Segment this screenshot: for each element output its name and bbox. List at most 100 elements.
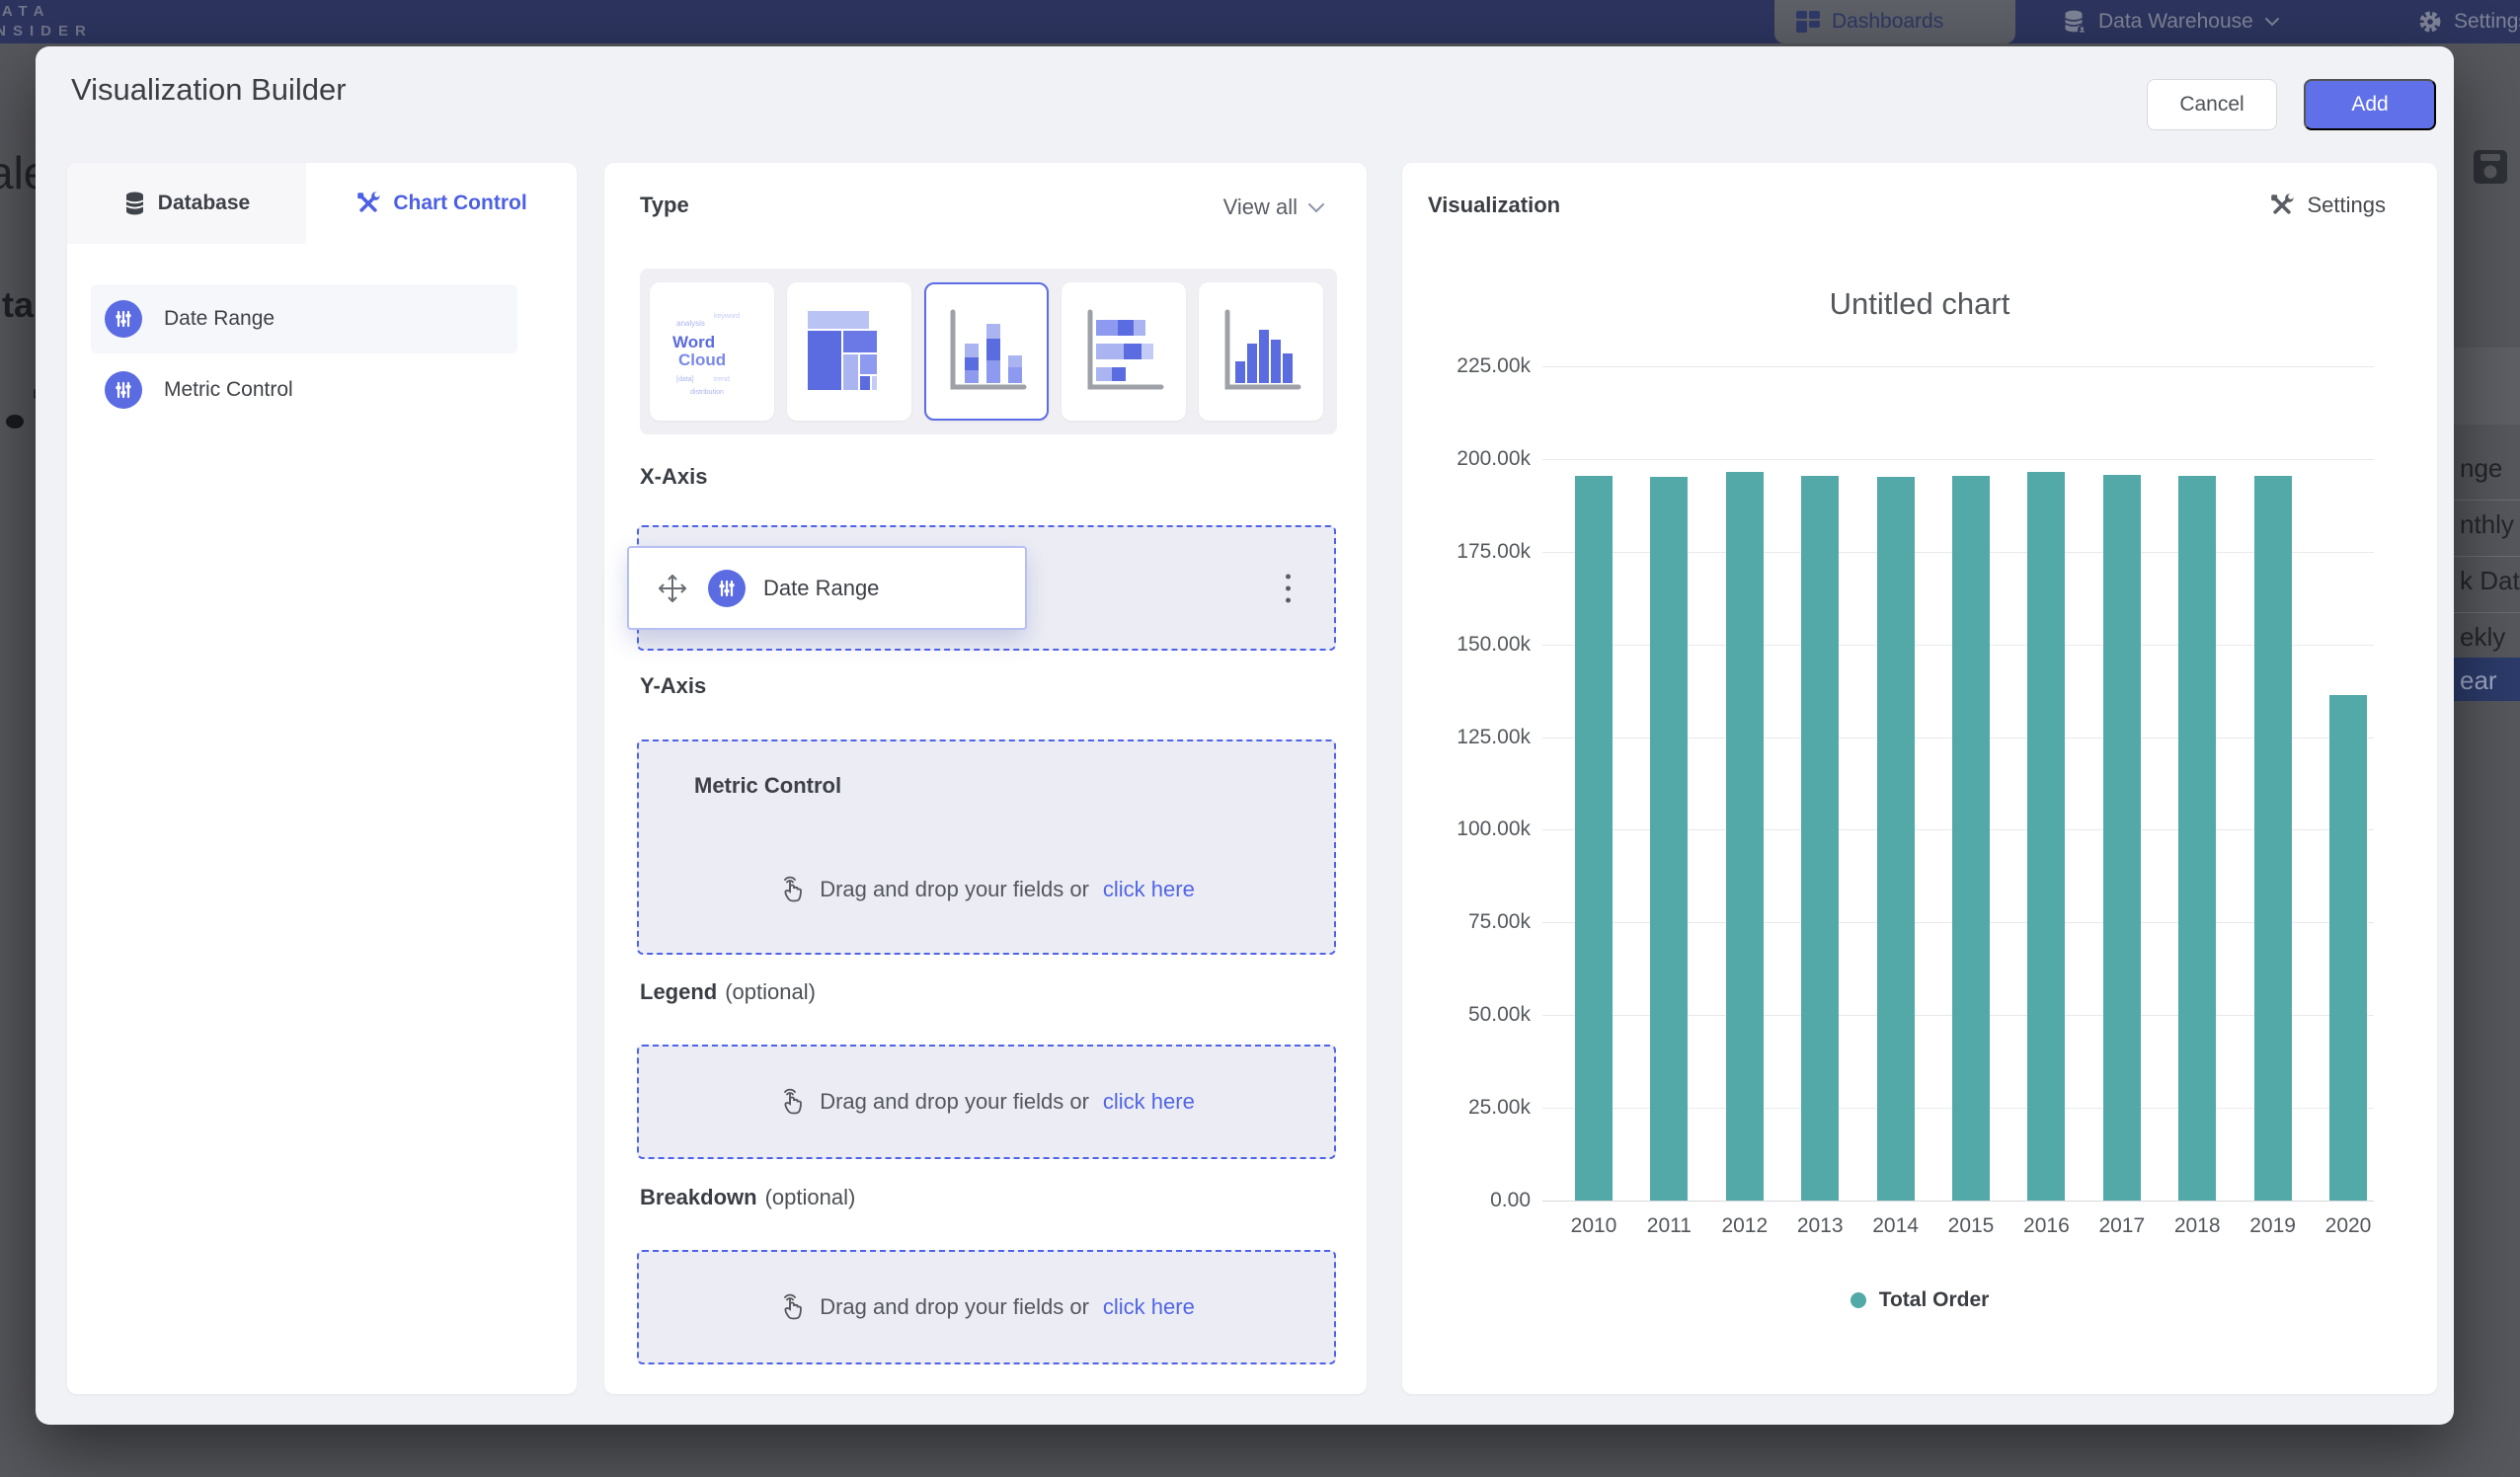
tune-icon bbox=[105, 371, 142, 409]
logo-line-2: INSIDER bbox=[0, 22, 93, 41]
chart-legend[interactable]: Total Order bbox=[1402, 1288, 2437, 1312]
view-all-dropdown[interactable]: View all bbox=[1223, 194, 1325, 220]
drop-hint: Drag and drop your fields or click here bbox=[639, 1291, 1334, 1323]
bar-chart: 0.0025.00k50.00k75.00k100.00k125.00k150.… bbox=[1402, 163, 2437, 1394]
breakdown-dropzone[interactable]: Drag and drop your fields or click here bbox=[637, 1250, 1336, 1364]
stacked-column-thumbnail-icon bbox=[941, 304, 1032, 399]
field-item-date-range[interactable]: Date Range bbox=[91, 284, 517, 353]
tap-hand-icon bbox=[778, 1291, 806, 1323]
backdrop-menu-item: nge bbox=[2460, 453, 2502, 484]
chart-type-horizontal-stacked-bar[interactable] bbox=[1062, 282, 1186, 421]
backdrop-text-fragment: ta bbox=[2, 284, 34, 326]
kebab-menu-icon[interactable] bbox=[1286, 574, 1291, 602]
chart-bar-2017 bbox=[2103, 475, 2141, 1201]
wordcloud-thumbnail-icon: analysis keyword Word Cloud [data] trend… bbox=[663, 302, 761, 401]
divider bbox=[2454, 500, 2520, 501]
nav-label-data-warehouse: Data Warehouse bbox=[2098, 10, 2253, 34]
svg-text:[data]: [data] bbox=[676, 376, 694, 383]
tools-icon bbox=[355, 191, 381, 216]
y-tick-label: 75.00k bbox=[1402, 910, 1531, 934]
app-logo: DATA INSIDER bbox=[0, 2, 93, 41]
svg-text:distribution: distribution bbox=[690, 389, 724, 396]
treemap-thumbnail-icon bbox=[804, 303, 895, 400]
chart-type-column[interactable] bbox=[1199, 282, 1323, 421]
click-here-link[interactable]: click here bbox=[1103, 877, 1195, 902]
dragging-chip-date-range[interactable]: Date Range bbox=[627, 546, 1027, 630]
add-button[interactable]: Add bbox=[2304, 79, 2436, 130]
chart-bar-2013 bbox=[1801, 476, 1839, 1201]
tab-database[interactable]: Database bbox=[67, 163, 306, 244]
chevron-down-icon bbox=[1307, 202, 1325, 213]
y-tick-label: 0.00 bbox=[1402, 1189, 1531, 1212]
drop-hint-text: Drag and drop your fields or bbox=[820, 877, 1089, 902]
y-axis-dropzone[interactable]: Metric Control Drag and drop your fields… bbox=[637, 739, 1336, 955]
backdrop-menu-item: ekly bbox=[2460, 622, 2505, 653]
tap-hand-icon bbox=[778, 1086, 806, 1118]
modal-title: Visualization Builder bbox=[71, 72, 347, 108]
screen: DATA INSIDER Dashboards bbox=[0, 0, 2520, 1477]
top-nav: DATA INSIDER Dashboards bbox=[0, 0, 2520, 43]
chart-bar-2014 bbox=[1877, 477, 1915, 1201]
database-icon bbox=[123, 191, 146, 217]
legend-dropzone[interactable]: Drag and drop your fields or click here bbox=[637, 1045, 1336, 1159]
breakdown-section-label: Breakdown(optional) bbox=[640, 1185, 855, 1210]
divider bbox=[2454, 612, 2520, 613]
chart-bar-2012 bbox=[1726, 472, 1764, 1201]
chart-bar-2020 bbox=[2329, 695, 2367, 1201]
y-tick-label: 100.00k bbox=[1402, 817, 1531, 841]
chevron-down-icon bbox=[2264, 17, 2280, 27]
nav-item-data-warehouse[interactable]: Data Warehouse bbox=[2063, 0, 2280, 43]
nav-item-settings[interactable]: Settings bbox=[2417, 0, 2520, 43]
chart-type-stacked-column[interactable] bbox=[924, 282, 1049, 421]
nav-label-settings: Settings bbox=[2454, 10, 2520, 34]
divider bbox=[2454, 556, 2520, 557]
chart-bar-2010 bbox=[1575, 476, 1613, 1201]
x-axis-section-label: X-Axis bbox=[640, 464, 707, 490]
fields-panel: Database Chart Control bbox=[67, 163, 577, 1394]
gridline bbox=[1542, 366, 2374, 367]
column-thumbnail-icon bbox=[1216, 304, 1306, 399]
chart-bar-2018 bbox=[2178, 476, 2216, 1201]
tune-icon bbox=[105, 300, 142, 338]
gridline bbox=[1542, 459, 2374, 460]
move-icon bbox=[655, 571, 690, 606]
svg-text:trend: trend bbox=[714, 376, 730, 383]
chart-type-treemap[interactable] bbox=[787, 282, 911, 421]
tab-database-label: Database bbox=[158, 192, 250, 215]
y-tick-label: 175.00k bbox=[1402, 540, 1531, 564]
chart-bar-2015 bbox=[1952, 476, 1990, 1201]
svg-text:keyword: keyword bbox=[714, 313, 740, 320]
breakdown-optional-text: (optional) bbox=[765, 1185, 856, 1209]
chart-type-wordcloud[interactable]: analysis keyword Word Cloud [data] trend… bbox=[650, 282, 774, 421]
y-axis-box-title: Metric Control bbox=[694, 773, 841, 799]
backdrop-dropdown-header bbox=[2454, 348, 2520, 425]
dashboards-icon bbox=[1795, 10, 1821, 34]
nav-label-dashboards: Dashboards bbox=[1832, 10, 1943, 34]
y-tick-label: 225.00k bbox=[1402, 354, 1531, 378]
tab-chart-control[interactable]: Chart Control bbox=[306, 163, 577, 244]
click-here-link[interactable]: click here bbox=[1103, 1294, 1195, 1320]
tap-hand-icon bbox=[778, 874, 806, 905]
drop-hint-text: Drag and drop your fields or bbox=[820, 1294, 1089, 1320]
backdrop-menu-item: nthly bbox=[2460, 509, 2514, 540]
nav-item-dashboards[interactable]: Dashboards bbox=[1795, 0, 1943, 43]
y-tick-label: 50.00k bbox=[1402, 1003, 1531, 1027]
cancel-button[interactable]: Cancel bbox=[2147, 79, 2277, 130]
logo-line-1: DATA bbox=[0, 2, 93, 22]
drop-hint-text: Drag and drop your fields or bbox=[820, 1089, 1089, 1115]
chart-bar-2019 bbox=[2254, 476, 2292, 1201]
legend-section-label: Legend(optional) bbox=[640, 979, 816, 1005]
y-tick-label: 150.00k bbox=[1402, 633, 1531, 657]
legend-series-name: Total Order bbox=[1879, 1288, 1990, 1312]
y-axis-section-label: Y-Axis bbox=[640, 673, 706, 699]
chart-bar-2016 bbox=[2027, 472, 2065, 1201]
y-tick-label: 200.00k bbox=[1402, 447, 1531, 471]
gridline bbox=[1542, 1201, 2374, 1202]
backdrop-menu-item: k Date bbox=[2460, 566, 2520, 596]
backdrop-bullet bbox=[6, 415, 24, 428]
field-item-metric-control[interactable]: Metric Control bbox=[91, 355, 517, 425]
click-here-link[interactable]: click here bbox=[1103, 1089, 1195, 1115]
save-icon[interactable] bbox=[2473, 148, 2508, 186]
drop-hint: Drag and drop your fields or click here bbox=[639, 1086, 1334, 1118]
legend-swatch bbox=[1851, 1292, 1866, 1308]
